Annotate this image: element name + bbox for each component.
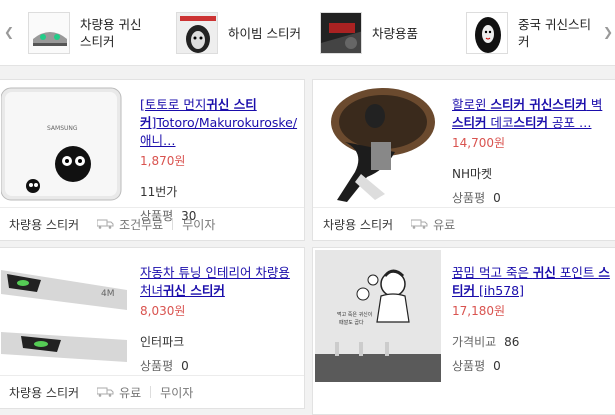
card-footer: 차량용 스티커 유료 무이자 [0, 375, 304, 408]
seller-name[interactable]: 인터파크 [140, 333, 300, 350]
truck-icon [97, 219, 114, 229]
truck-icon [97, 387, 114, 397]
interest-free-label: 무이자 [160, 385, 194, 400]
related-strip: ❮ 차량용 귀신 스티커 하이빔 스티커 차량용품 중국 귀신스티 커 ❯ [0, 0, 615, 66]
ghost-woman-thumb-icon [466, 12, 508, 54]
related-item-label: 중국 귀신스티 커 [518, 17, 591, 49]
chevron-left-icon[interactable]: ❮ [2, 22, 16, 42]
car-interior-thumb-icon [320, 12, 362, 54]
product-title-link[interactable]: [토토로 먼지귀신 스티커]Totoro/Makurokuroske/애니… [140, 96, 300, 150]
seller-name[interactable]: NH마켓 [452, 165, 612, 182]
product-price: 8,030원 [140, 304, 186, 318]
price-compare[interactable]: 가격비교 86 [452, 333, 612, 350]
divider [172, 218, 174, 230]
card-footer: 차량용 스티커 조건무료 무이자 [0, 207, 304, 240]
related-item-label: 차량용품 [372, 25, 419, 41]
product-card[interactable]: 할로윈 스티커 귀신스티커 벽 스티커 데코스티커 공포 … 14,700원 N… [312, 79, 615, 241]
svg-text:때깔도 곱다: 때깔도 곱다 [339, 319, 364, 326]
related-item-chinese-ghost-sticker[interactable]: 중국 귀신스티 커 [466, 10, 591, 56]
product-image[interactable]: 먹고 죽은 귀신이 때깔도 곱다 [315, 250, 441, 382]
product-image[interactable]: 4M [1, 250, 127, 376]
category-label[interactable]: 차량용 스티커 [323, 216, 393, 233]
related-item-car-ghost-sticker[interactable]: 차량용 귀신 스티커 [28, 10, 141, 56]
related-item-car-supplies[interactable]: 차량용품 [320, 10, 418, 56]
seller-name[interactable]: 11번가 [140, 183, 300, 200]
review-count[interactable]: 상품평 0 [140, 357, 300, 374]
product-title-link[interactable]: 꿈밈 먹고 죽은 귀신 포인트 스티커 [ih578] [452, 264, 612, 300]
product-price: 17,180원 [452, 304, 506, 318]
related-item-label: 차량용 귀신 스티커 [80, 17, 142, 49]
interest-free-label: 무이자 [182, 217, 216, 232]
chevron-right-icon[interactable]: ❯ [601, 22, 615, 42]
svg-text:SAMSUNG: SAMSUNG [47, 125, 78, 132]
svg-text:먹고 죽은 귀신이: 먹고 죽은 귀신이 [337, 311, 372, 318]
shipping-info: 조건무료 무이자 [97, 216, 215, 233]
review-count[interactable]: 상품평 0 [452, 357, 612, 374]
shipping-info: 유료 무이자 [97, 384, 193, 401]
product-image[interactable] [315, 82, 441, 208]
product-card[interactable]: SAMSUNG [토토로 먼지귀신 스티커]Totoro/Makurokuros… [0, 79, 305, 241]
card-footer: 차량용 스티커 유료 [313, 207, 615, 240]
shipping-info: 유료 [411, 216, 455, 233]
product-title-link[interactable]: 자동차 튜닝 인테리어 차량용 처녀귀신 스티커 [140, 264, 300, 300]
review-count[interactable]: 상품평 0 [452, 189, 612, 206]
product-card[interactable]: 먹고 죽은 귀신이 때깔도 곱다 꿈밈 먹고 죽은 귀신 포인트 스티커 [ih… [312, 247, 615, 415]
car-sticker-thumb-icon [28, 12, 70, 54]
product-title-link[interactable]: 할로윈 스티커 귀신스티커 벽 스티커 데코스티커 공포 … [452, 96, 612, 132]
product-card[interactable]: 4M 자동차 튜닝 인테리어 차량용 처녀귀신 스티커 8,030원 인터파크 … [0, 247, 305, 409]
related-item-highbeam-sticker[interactable]: 하이빔 스티커 [176, 10, 301, 56]
product-price: 1,870원 [140, 154, 186, 168]
truck-icon [411, 219, 428, 229]
category-label[interactable]: 차량용 스티커 [9, 216, 79, 233]
svg-text:4M: 4M [101, 289, 115, 299]
product-image[interactable]: SAMSUNG [1, 82, 127, 208]
related-item-label: 하이빔 스티커 [228, 25, 301, 41]
divider [150, 386, 152, 398]
category-label[interactable]: 차량용 스티커 [9, 384, 79, 401]
ghost-face-thumb-icon [176, 12, 218, 54]
product-price: 14,700원 [452, 136, 506, 150]
